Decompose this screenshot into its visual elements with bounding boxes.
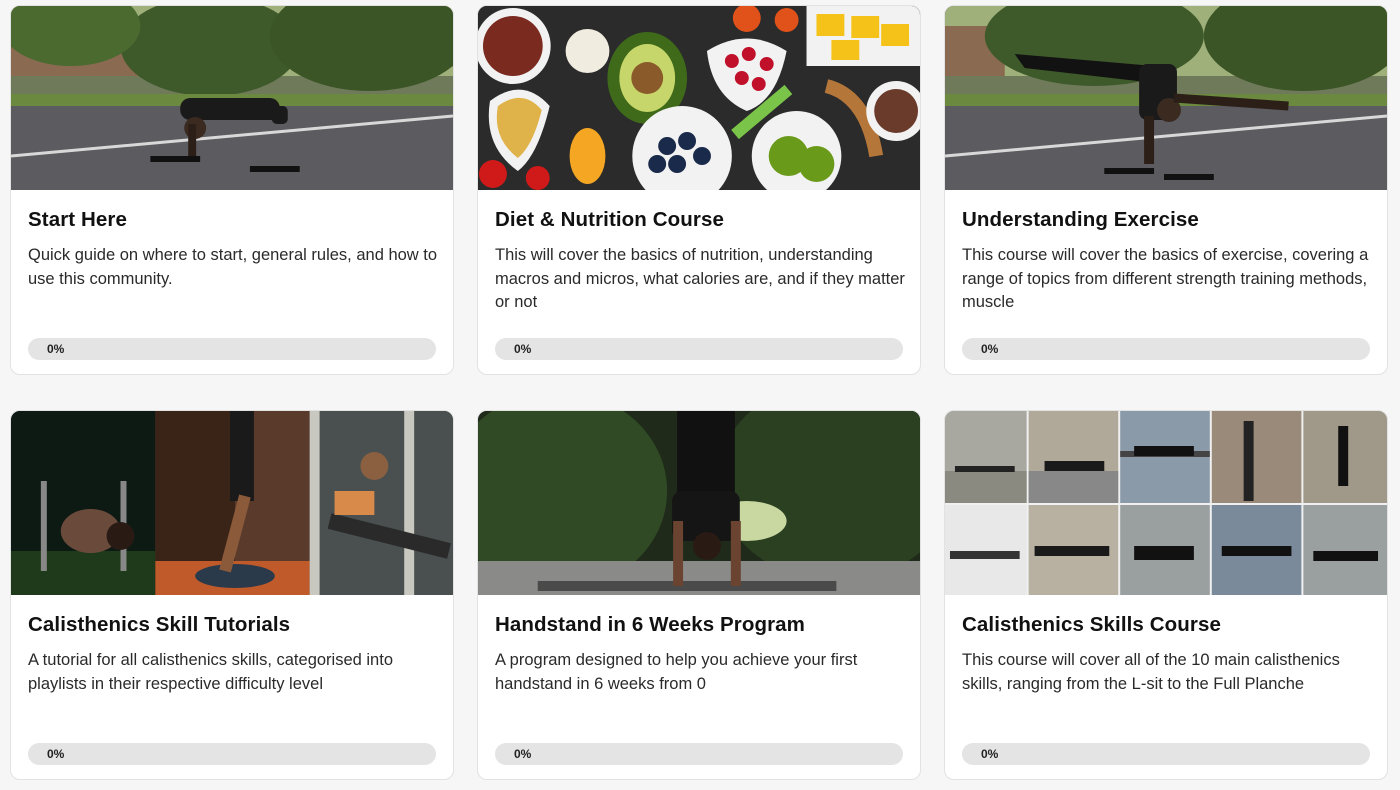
course-title: Handstand in 6 Weeks Program bbox=[495, 613, 806, 636]
course-card-skill-tutorials[interactable]: Calisthenics Skill Tutorials A tutorial … bbox=[10, 410, 454, 780]
course-description: This course will cover all of the 10 mai… bbox=[962, 651, 1340, 693]
course-thumbnail-pushup bbox=[11, 6, 453, 190]
course-thumbnail-food bbox=[478, 6, 920, 190]
course-card-skills-course[interactable]: Calisthenics Skills Course This course w… bbox=[944, 410, 1388, 780]
course-description: A program designed to help you achieve y… bbox=[495, 651, 858, 693]
course-thumbnail-collage bbox=[11, 411, 453, 595]
course-card-start-here[interactable]: Start Here Quick guide on where to start… bbox=[10, 5, 454, 375]
course-title: Calisthenics Skills Course bbox=[962, 613, 1221, 636]
course-grid: Start Here Quick guide on where to start… bbox=[0, 0, 1400, 790]
course-progress-bar: 0% bbox=[962, 338, 1370, 360]
course-description: This will cover the basics of nutrition,… bbox=[495, 246, 905, 311]
course-card-diet-nutrition[interactable]: Diet & Nutrition Course This will cover … bbox=[477, 5, 921, 375]
course-card-handstand[interactable]: Handstand in 6 Weeks Program A program d… bbox=[477, 410, 921, 780]
course-title: Understanding Exercise bbox=[962, 208, 1199, 231]
course-progress-bar: 0% bbox=[495, 338, 903, 360]
course-progress-bar: 0% bbox=[28, 338, 436, 360]
course-progress-bar: 0% bbox=[962, 743, 1370, 765]
progress-label: 0% bbox=[514, 342, 532, 356]
progress-label: 0% bbox=[47, 747, 65, 761]
course-thumbnail-handstand bbox=[478, 411, 920, 595]
course-thumbnail-planche bbox=[945, 6, 1387, 190]
course-thumbnail-grid bbox=[945, 411, 1387, 595]
course-description: This course will cover the basics of exe… bbox=[962, 246, 1369, 311]
course-title: Start Here bbox=[28, 208, 127, 231]
course-title: Calisthenics Skill Tutorials bbox=[28, 613, 291, 636]
course-card-understanding-exercise[interactable]: Understanding Exercise This course will … bbox=[944, 5, 1388, 375]
course-description: A tutorial for all calisthenics skills, … bbox=[28, 651, 393, 693]
course-progress-bar: 0% bbox=[28, 743, 436, 765]
progress-label: 0% bbox=[514, 747, 532, 761]
course-progress-bar: 0% bbox=[495, 743, 903, 765]
course-description: Quick guide on where to start, general r… bbox=[28, 246, 438, 288]
progress-label: 0% bbox=[981, 342, 999, 356]
course-title: Diet & Nutrition Course bbox=[495, 208, 724, 231]
progress-label: 0% bbox=[981, 747, 999, 761]
progress-label: 0% bbox=[47, 342, 65, 356]
